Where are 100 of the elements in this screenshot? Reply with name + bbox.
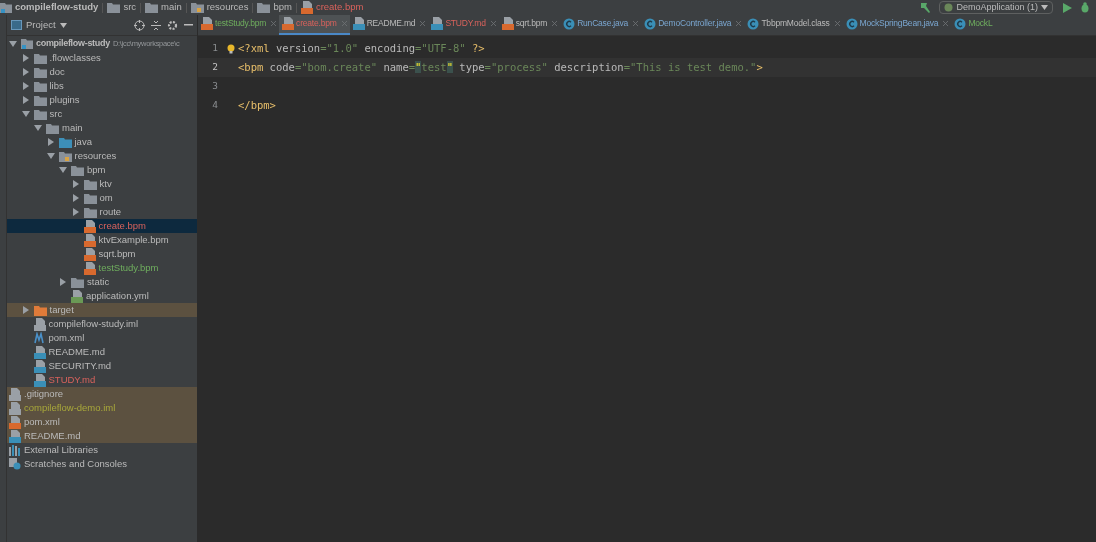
file-icon — [33, 345, 46, 359]
tree-item[interactable]: External Libraries — [7, 443, 197, 457]
tree-item[interactable]: create.bpm — [7, 219, 197, 233]
line-number: 1 — [211, 41, 218, 56]
file-icon — [300, 1, 313, 14]
editor-tab[interactable]: README.md — [349, 15, 429, 35]
tree-item[interactable]: java — [7, 135, 197, 149]
tree-item[interactable]: main — [7, 121, 197, 135]
code-line: <bpm code="bom.create" name="test" type="process" description="This is test demo."> — [238, 59, 763, 75]
breadcrumb-item[interactable]: resources — [190, 0, 249, 15]
tree-item[interactable]: compileflow-demo.iml — [7, 401, 197, 415]
run-icon[interactable] — [1063, 2, 1072, 13]
folder-icon — [83, 178, 97, 190]
file-icon — [83, 261, 96, 275]
breadcrumb-item[interactable]: main — [145, 0, 182, 15]
folder-icon — [83, 192, 97, 204]
file-icon — [9, 429, 21, 443]
hammer-icon[interactable] — [920, 2, 932, 13]
lightbulb-icon[interactable] — [227, 43, 235, 54]
collapsed-arrow-icon[interactable] — [71, 180, 80, 188]
debug-icon[interactable] — [1080, 2, 1090, 13]
folder-icon — [46, 122, 59, 134]
code-editor[interactable]: 1 <?xml version="1.0" encoding="UTF-8" ?> 2 <bpm code="bom.create" name="test" type="process" description="This is test demo."> 3 4 </bpm> — [198, 36, 1096, 542]
breadcrumb-item[interactable]: bpm — [257, 0, 292, 15]
folder-icon — [58, 150, 72, 162]
line-number: 3 — [211, 79, 218, 94]
tree-item[interactable]: plugins — [7, 93, 197, 107]
file-icon — [282, 17, 295, 30]
tree-item[interactable]: route — [7, 205, 197, 219]
tree-item[interactable]: resources — [7, 149, 197, 163]
editor-tab[interactable]: MockSpringBean.java — [842, 15, 952, 35]
spring-icon — [944, 3, 954, 12]
collapsed-arrow-icon[interactable] — [21, 68, 30, 76]
tree-item[interactable]: doc — [7, 65, 197, 79]
tree-item[interactable]: static — [7, 275, 197, 289]
module-icon — [0, 1, 12, 14]
tree-item[interactable]: target — [7, 303, 197, 317]
breadcrumb-item[interactable]: create.bpm — [300, 0, 364, 15]
editor-tab[interactable]: TbbpmModel.class — [744, 15, 843, 35]
folder-icon — [33, 94, 47, 106]
tree-item[interactable]: ktvExample.bpm — [7, 233, 197, 247]
file-icon — [33, 373, 46, 387]
breadcrumb-item[interactable]: compileflow-study — [0, 0, 99, 15]
collapsed-arrow-icon[interactable] — [71, 194, 80, 202]
tree-item[interactable]: compileflow-study.iml — [7, 317, 197, 331]
file-icon — [9, 387, 21, 401]
collapsed-arrow-icon[interactable] — [71, 208, 80, 216]
expanded-arrow-icon[interactable] — [34, 124, 42, 132]
editor-tab[interactable]: sqrt.bpm — [498, 15, 561, 35]
editor-tab[interactable]: STUDY.md — [428, 15, 499, 35]
file-icon — [201, 17, 213, 30]
file-icon — [33, 359, 46, 373]
expanded-arrow-icon[interactable] — [9, 40, 17, 48]
locate-icon[interactable] — [134, 19, 145, 31]
tree-item[interactable]: SECURITY.md — [7, 359, 197, 373]
caret-icon — [59, 22, 67, 28]
class-icon — [845, 17, 858, 30]
tree-item[interactable]: .flowclasses — [7, 51, 197, 65]
tree-item[interactable]: README.md — [7, 345, 197, 359]
tree-item[interactable]: libs — [7, 79, 197, 93]
collapsed-arrow-icon[interactable] — [21, 96, 30, 104]
file-icon — [83, 219, 96, 233]
file-icon — [9, 415, 21, 429]
expanded-arrow-icon[interactable] — [46, 152, 55, 160]
tree-item[interactable]: README.md — [7, 429, 197, 443]
tree-item[interactable]: src — [7, 107, 197, 121]
expanded-arrow-icon[interactable] — [21, 110, 30, 118]
run-configuration-dropdown[interactable]: DemoApplication (1) — [939, 1, 1053, 14]
collapsed-arrow-icon[interactable] — [21, 54, 30, 62]
breadcrumb-item[interactable]: src — [107, 0, 137, 15]
folder-icon — [33, 304, 47, 316]
file-icon — [71, 289, 83, 303]
tree-item[interactable]: pom.xml — [7, 331, 197, 345]
tree-item[interactable]: om — [7, 191, 197, 205]
folder-icon — [257, 2, 271, 13]
editor-tab[interactable]: DemoController.java — [641, 15, 745, 35]
collapsed-arrow-icon[interactable] — [21, 306, 30, 314]
tree-item[interactable]: ktv — [7, 177, 197, 191]
collapsed-arrow-icon[interactable] — [46, 138, 55, 146]
expanded-arrow-icon[interactable] — [59, 166, 67, 174]
class-icon — [563, 17, 576, 30]
tree-item[interactable]: STUDY.md — [7, 373, 197, 387]
tree-item[interactable]: pom.xml — [7, 415, 197, 429]
tree-item[interactable]: application.yml — [7, 289, 197, 303]
tree-item[interactable]: sqrt.bpm — [7, 247, 197, 261]
editor-tab[interactable]: testStudy.bpm — [198, 15, 280, 35]
folder-icon — [58, 136, 72, 148]
collapsed-arrow-icon[interactable] — [21, 82, 30, 90]
collapse-all-icon[interactable] — [151, 19, 161, 31]
file-icon — [83, 233, 96, 247]
project-view-dropdown[interactable]: Project — [11, 17, 67, 33]
collapsed-arrow-icon[interactable] — [59, 278, 67, 286]
minimize-icon[interactable] — [184, 24, 193, 26]
file-icon — [9, 401, 21, 415]
tree-item[interactable]: .gitignore — [7, 387, 197, 401]
editor-tab[interactable]: RunCase.java — [560, 15, 642, 35]
tree-item[interactable]: bpm — [7, 163, 197, 177]
editor-tab[interactable]: MockL — [951, 15, 996, 35]
tree-item[interactable]: testStudy.bpm — [7, 261, 197, 275]
tree-item[interactable]: Scratches and Consoles — [7, 457, 197, 471]
